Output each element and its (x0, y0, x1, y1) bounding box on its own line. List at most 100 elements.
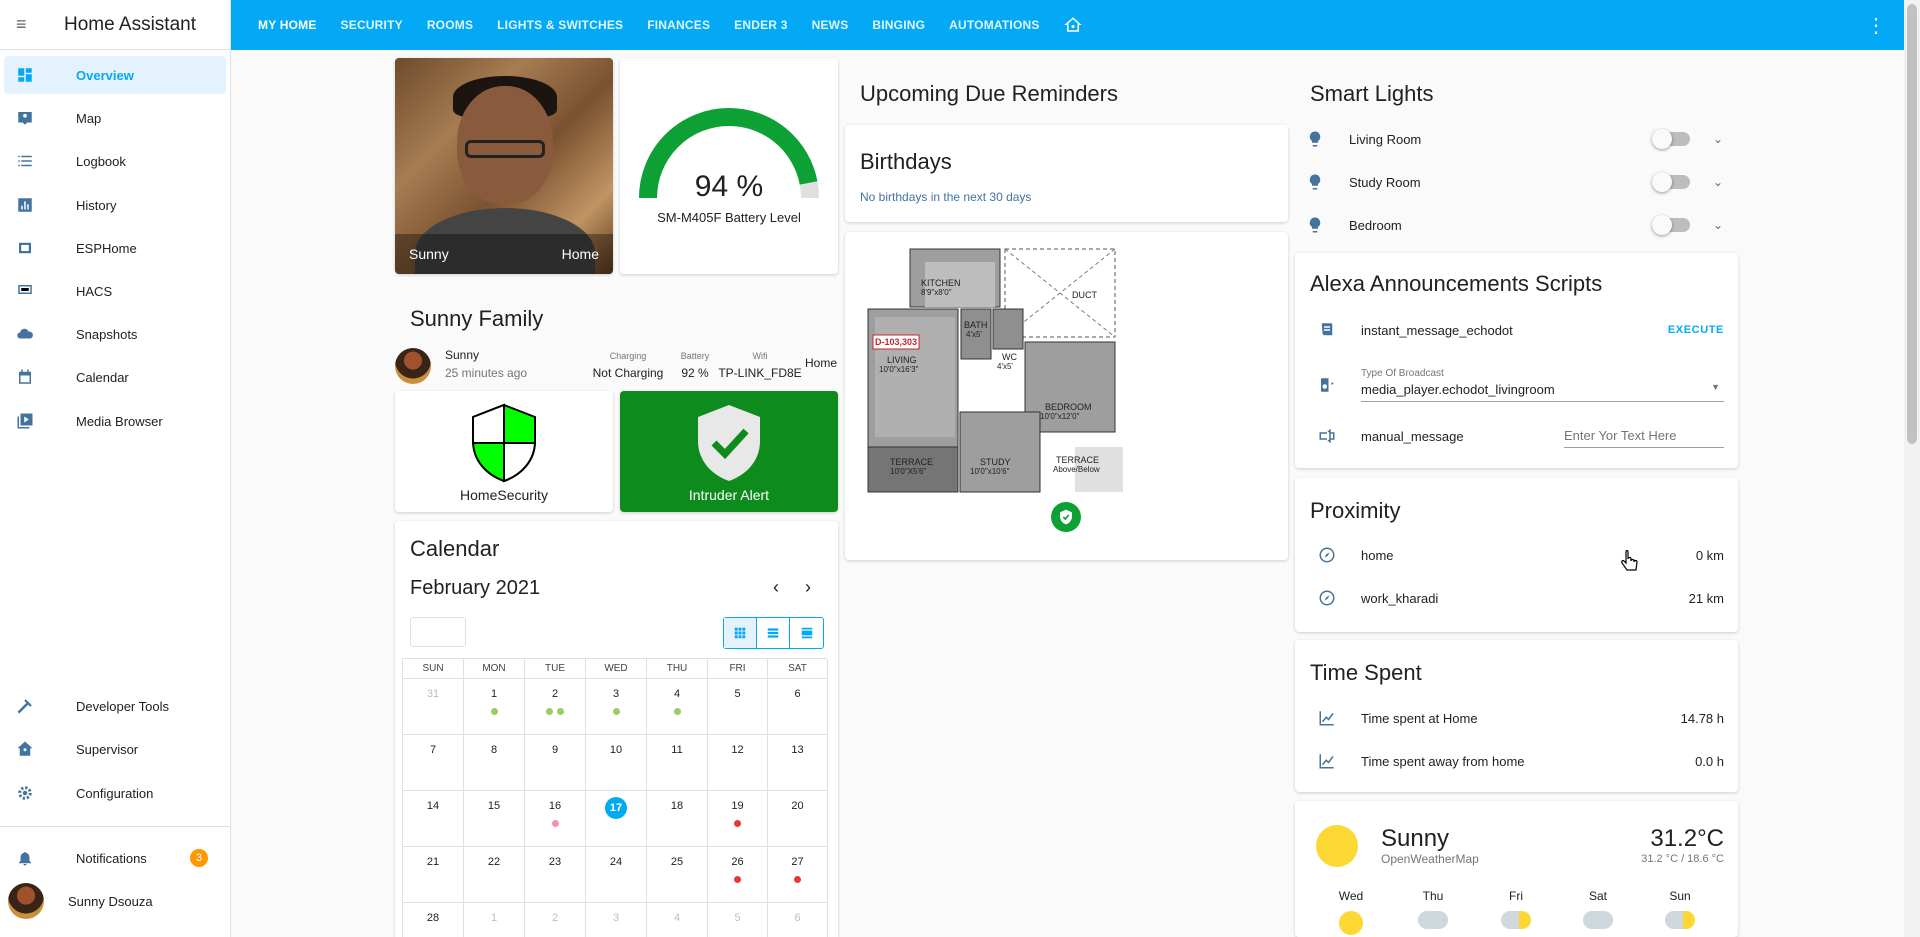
chevron-down-icon[interactable]: ⌄ (1698, 175, 1738, 189)
calendar-day[interactable]: 9 (525, 735, 586, 791)
family-member-row[interactable]: Sunny 25 minutes ago Charging Not Chargi… (395, 346, 840, 386)
sidebar-item-developer-tools[interactable]: Developer Tools (4, 687, 226, 725)
tab-finances[interactable]: FINANCES (635, 0, 722, 50)
chevron-left-icon[interactable]: ‹ (773, 577, 779, 598)
calendar-day[interactable]: 13 (768, 735, 828, 791)
calendar-day[interactable]: 1 (464, 903, 525, 937)
chevron-down-icon[interactable]: ⌄ (1698, 132, 1738, 146)
family-member-avatar (395, 348, 431, 384)
calendar-day[interactable]: 18 (647, 791, 708, 847)
overflow-menu-icon[interactable]: ⋮ (1866, 13, 1886, 38)
calendar-day[interactable]: 7 (403, 735, 464, 791)
calendar-day[interactable]: 14 (403, 791, 464, 847)
calendar-day[interactable]: 3 (586, 679, 647, 735)
calendar-day-today[interactable]: 17 (586, 791, 647, 847)
calendar-day[interactable]: 5 (708, 903, 768, 937)
calendar-day[interactable]: 12 (708, 735, 768, 791)
tab-news[interactable]: NEWS (800, 0, 861, 50)
calendar-day[interactable]: 8 (464, 735, 525, 791)
tab-home-icon[interactable] (1052, 0, 1094, 50)
time-spent-row[interactable]: Time spent at Home 14.78 h (1295, 706, 1738, 730)
alexa-title: Alexa Announcements Scripts (1310, 271, 1603, 296)
sidebar-item-user[interactable]: Sunny Dsouza (4, 882, 226, 920)
sidebar-item-notifications[interactable]: Notifications 3 (4, 839, 226, 877)
calendar-day[interactable]: 6 (768, 903, 828, 937)
sidebar-item-calendar[interactable]: Calendar (4, 358, 226, 396)
calendar-day[interactable]: 3 (586, 903, 647, 937)
execute-button[interactable]: EXECUTE (1668, 324, 1724, 336)
light-row-study-room[interactable]: Study Room ⌄ (1295, 170, 1738, 194)
home-security-button[interactable]: HomeSecurity (395, 391, 613, 512)
battery-gauge-card[interactable]: 94 % SM-M405F Battery Level (620, 58, 838, 274)
light-row-living-room[interactable]: Living Room ⌄ (1295, 127, 1738, 151)
calendar-day[interactable]: 6 (768, 679, 828, 735)
person-picture-card[interactable]: Sunny Home (395, 58, 613, 274)
calendar-day[interactable]: 24 (586, 847, 647, 903)
sidebar-item-media-browser[interactable]: Media Browser (4, 402, 226, 440)
menu-icon[interactable]: ≡ (16, 14, 56, 35)
tab-binging[interactable]: BINGING (860, 0, 937, 50)
calendar-day[interactable]: 26 (708, 847, 768, 903)
broadcast-select[interactable]: Type Of Broadcast media_player.echodot_l… (1361, 368, 1724, 402)
proximity-row-work[interactable]: work_kharadi 21 km (1295, 586, 1738, 610)
calendar-today-button[interactable] (410, 617, 466, 647)
page-scrollbar[interactable] (1904, 0, 1920, 937)
calendar-day[interactable]: 1 (464, 679, 525, 735)
calendar-day[interactable]: 21 (403, 847, 464, 903)
calendar-day[interactable]: 2 (525, 903, 586, 937)
calendar-day[interactable]: 11 (647, 735, 708, 791)
weekday-header: FRI (708, 659, 768, 679)
calendar-day[interactable]: 20 (768, 791, 828, 847)
intruder-alert-button[interactable]: Intruder Alert (620, 391, 838, 512)
broadcast-select-row[interactable]: Type Of Broadcast media_player.echodot_l… (1295, 368, 1738, 402)
light-row-bedroom[interactable]: Bedroom ⌄ (1295, 213, 1738, 237)
sidebar-item-supervisor[interactable]: Supervisor (4, 730, 226, 768)
calendar-day[interactable]: 10 (586, 735, 647, 791)
tab-automations[interactable]: AUTOMATIONS (937, 0, 1051, 50)
month-view-button[interactable] (724, 618, 757, 648)
bell-icon (16, 849, 42, 867)
weather-card[interactable]: Sunny OpenWeatherMap 31.2°C 31.2 °C / 18… (1295, 801, 1738, 937)
calendar-day[interactable]: 15 (464, 791, 525, 847)
floorplan-security-badge[interactable] (1051, 502, 1081, 532)
scrollbar-thumb[interactable] (1907, 4, 1917, 444)
calendar-day[interactable]: 27 (768, 847, 828, 903)
user-avatar (8, 883, 44, 919)
calendar-day[interactable]: 23 (525, 847, 586, 903)
sidebar-item-overview[interactable]: Overview (4, 56, 226, 94)
calendar-day[interactable]: 31 (403, 679, 464, 735)
sidebar-item-hacs[interactable]: HACS (4, 272, 226, 310)
day-view-button[interactable] (790, 618, 823, 648)
proximity-row-home[interactable]: home 0 km (1295, 543, 1738, 567)
light-toggle[interactable] (1652, 129, 1690, 149)
calendar-day[interactable]: 16 (525, 791, 586, 847)
sidebar-item-logbook[interactable]: Logbook (4, 142, 226, 180)
calendar-day[interactable]: 5 (708, 679, 768, 735)
chevron-right-icon[interactable]: › (805, 577, 811, 598)
calendar-day[interactable]: 4 (647, 679, 708, 735)
week-view-button[interactable] (757, 618, 790, 648)
tab-security[interactable]: SECURITY (329, 0, 415, 50)
light-toggle[interactable] (1652, 172, 1690, 192)
light-toggle[interactable] (1652, 215, 1690, 235)
calendar-day[interactable]: 28 (403, 903, 464, 937)
chevron-down-icon[interactable]: ⌄ (1698, 218, 1738, 232)
time-spent-row[interactable]: Time spent away from home 0.0 h (1295, 749, 1738, 773)
sidebar-item-esphome[interactable]: ESPHome (4, 229, 226, 267)
tab-rooms[interactable]: ROOMS (415, 0, 485, 50)
sidebar-item-snapshots[interactable]: Snapshots (4, 315, 226, 353)
sidebar-item-map[interactable]: Map (4, 99, 226, 137)
sidebar-item-configuration[interactable]: Configuration (4, 774, 226, 812)
chart-line-icon (1307, 709, 1347, 727)
floorplan-card[interactable]: KITCHEN 8'9"x8'0" DUCT D-103,303 LIVING … (845, 232, 1288, 560)
calendar-day[interactable]: 25 (647, 847, 708, 903)
calendar-day[interactable]: 22 (464, 847, 525, 903)
calendar-day[interactable]: 2 (525, 679, 586, 735)
calendar-day[interactable]: 19 (708, 791, 768, 847)
tab-ender-3[interactable]: ENDER 3 (722, 0, 799, 50)
tab-lights-switches[interactable]: LIGHTS & SWITCHES (485, 0, 635, 50)
sidebar-item-history[interactable]: History (4, 186, 226, 224)
tab-my-home[interactable]: MY HOME (246, 0, 329, 50)
calendar-day[interactable]: 4 (647, 903, 708, 937)
message-text-input[interactable] (1564, 424, 1724, 448)
